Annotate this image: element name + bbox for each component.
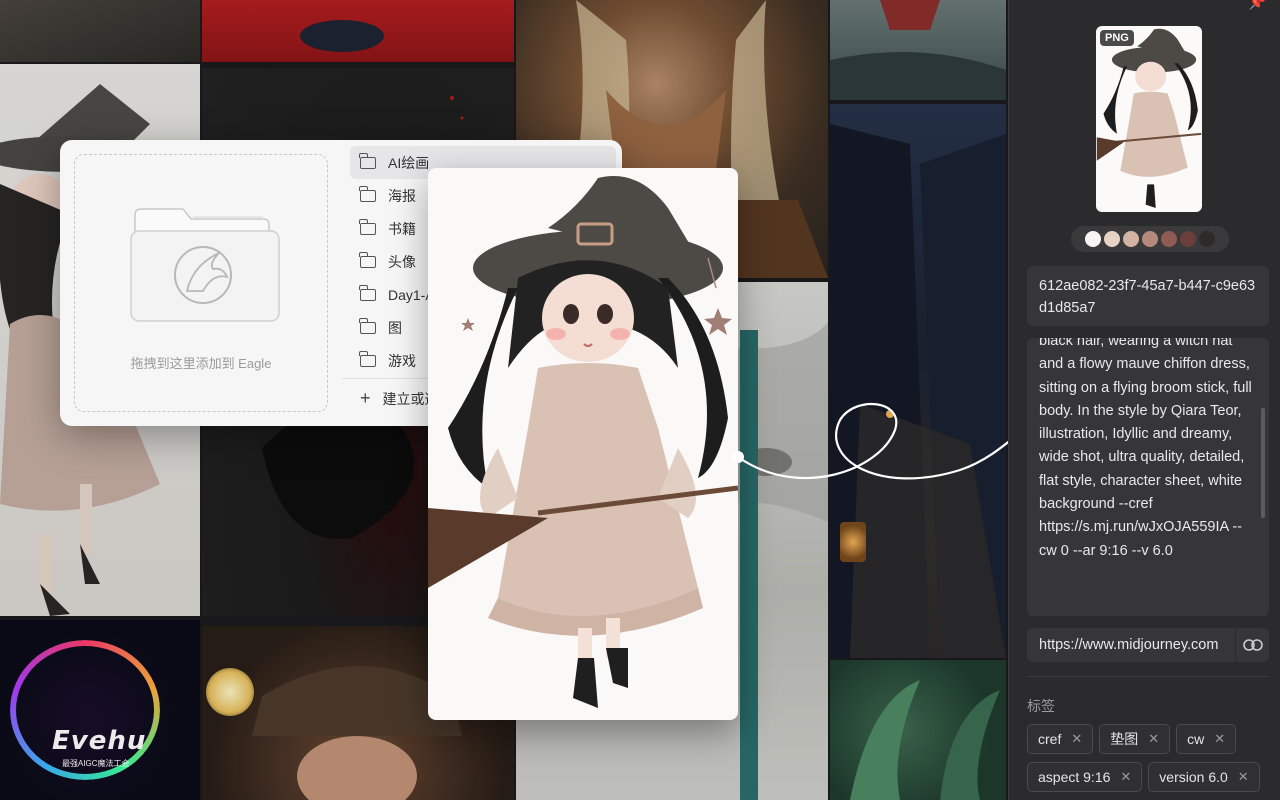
close-icon[interactable]: ✕ <box>1120 769 1131 785</box>
divider <box>1027 676 1269 677</box>
tag-label: 垫图 <box>1110 731 1139 747</box>
pin-icon[interactable]: 📌 <box>1249 0 1266 11</box>
close-icon[interactable]: ✕ <box>1214 731 1225 747</box>
color-swatch[interactable] <box>1161 231 1177 247</box>
color-swatch[interactable] <box>1180 231 1196 247</box>
color-swatch[interactable] <box>1142 231 1158 247</box>
witch-illustration <box>428 176 738 708</box>
drop-zone[interactable]: 拖拽到这里添加到 Eagle <box>74 154 328 412</box>
folder-icon <box>359 218 376 235</box>
folder-icon <box>359 152 376 169</box>
color-swatch[interactable] <box>1104 231 1120 247</box>
tag-aspect[interactable]: aspect 9:16 ✕ <box>1027 762 1143 792</box>
tag-label: version 6.0 <box>1159 769 1228 785</box>
annotation-field[interactable]: black hair, wearing a witch hat and a fl… <box>1027 338 1269 616</box>
folder-label: 书籍 <box>388 220 416 237</box>
tag-version[interactable]: version 6.0 ✕ <box>1148 762 1260 792</box>
color-palette <box>1071 226 1229 252</box>
inspector-thumbnail[interactable]: PNG <box>1096 26 1202 212</box>
folder-icon <box>359 185 376 202</box>
tag-cw[interactable]: cw ✕ <box>1176 724 1237 754</box>
folder-icon <box>359 317 376 334</box>
folder-label: 海报 <box>388 187 416 204</box>
tag-cref[interactable]: cref ✕ <box>1027 724 1094 754</box>
plus-icon: + <box>360 388 371 408</box>
link-icon[interactable] <box>1235 628 1269 662</box>
drop-zone-label: 拖拽到这里添加到 Eagle <box>130 356 272 371</box>
folder-icon <box>359 251 376 268</box>
url-text: https://www.midjourney.com <box>1039 637 1219 653</box>
scrollbar[interactable] <box>1261 408 1265 518</box>
folder-icon <box>359 350 376 367</box>
color-swatch[interactable] <box>1199 231 1215 247</box>
folder-label: 图 <box>388 319 402 336</box>
name-field[interactable]: 612ae082-23f7-45a7-b447-c9e63d1d85a7 <box>1027 266 1269 326</box>
dragged-image-witch[interactable] <box>428 168 738 720</box>
close-icon[interactable]: ✕ <box>1071 731 1082 747</box>
tag-label: cref <box>1038 731 1062 747</box>
thumbnail-image <box>1096 28 1202 208</box>
folder-label: 头像 <box>388 253 416 270</box>
folder-label: 游戏 <box>388 352 416 369</box>
folder-illustration-icon <box>130 208 280 322</box>
inspector-panel: 📌 PNG 612ae082-23f7-45a7-b447-c9e63d1d85… <box>1008 0 1280 800</box>
tag-reference-image[interactable]: 垫图 ✕ <box>1099 724 1171 754</box>
close-icon[interactable]: ✕ <box>1148 731 1159 747</box>
tag-list: cref ✕ 垫图 ✕ cw ✕ aspect 9:16 ✕ version 6.0 ✕ <box>1027 724 1277 792</box>
color-swatch[interactable] <box>1123 231 1139 247</box>
annotation-text: black hair, wearing a witch hat and a fl… <box>1039 338 1252 559</box>
folder-icon <box>359 284 376 301</box>
folder-label: AI绘画 <box>388 154 430 171</box>
tags-label: 标签 <box>1027 698 1055 714</box>
url-field[interactable]: https://www.midjourney.com <box>1027 628 1269 662</box>
tag-label: cw <box>1187 731 1205 747</box>
close-icon[interactable]: ✕ <box>1238 769 1249 785</box>
tag-label: aspect 9:16 <box>1038 769 1111 785</box>
color-swatch[interactable] <box>1085 231 1101 247</box>
format-badge: PNG <box>1100 30 1134 46</box>
